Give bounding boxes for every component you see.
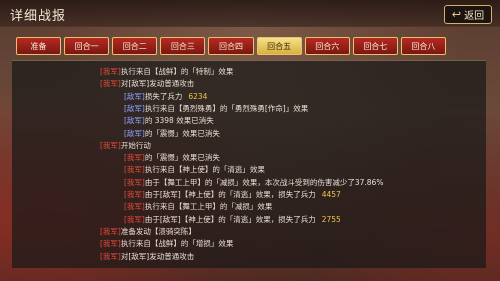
log-text: 执行来自【神上使】的「清逃」效果 bbox=[144, 165, 265, 175]
tab-round-7[interactable]: 回合七 bbox=[352, 37, 398, 55]
tab-round-6[interactable]: 回合六 bbox=[304, 37, 350, 55]
back-button[interactable]: ↩ 返回 bbox=[444, 5, 492, 24]
battle-log-panel[interactable]: [我军]执行来自【战鲜】的「特制」效果 [我军]对[敌军]发动普通攻击 [敌军]损失… bbox=[12, 60, 486, 268]
tab-round-8[interactable]: 回合八 bbox=[400, 37, 446, 55]
log-text: 的 3398 效果已消失 bbox=[144, 116, 214, 126]
log-text: 准备发动【溃骑突陈】 bbox=[120, 226, 196, 236]
log-line: [我军]开始行动 bbox=[100, 140, 151, 151]
log-tag: [敌军] bbox=[124, 103, 145, 113]
log-line: [我军]执行来自【神上使】的「清逃」效果 bbox=[124, 164, 265, 175]
log-text: 的「震慑」效果已消失 bbox=[144, 153, 220, 163]
log-text: 由于【舞工上甲】的「减损」效果，本次战斗受到的伤害减少了37.86% bbox=[144, 177, 384, 187]
log-line: [敌军]的 3398 效果已消失 bbox=[124, 115, 214, 126]
log-text: 执行来自【战鲜】的「增损」效果 bbox=[120, 239, 234, 249]
log-line: [敌军]的「震慑」效果已消失 bbox=[124, 128, 220, 139]
tab-round-2[interactable]: 回合二 bbox=[112, 37, 158, 55]
log-text: 的「震慑」效果已消失 bbox=[144, 128, 220, 138]
log-line: [敌军]执行来自【勇烈殊勇】的「勇烈殊勇[作命]」效果 bbox=[124, 103, 308, 114]
log-value: 6234 bbox=[188, 91, 208, 101]
log-line: [我军]执行来自【战鲜】的「增损」效果 bbox=[100, 238, 233, 249]
log-text: 对[敌军]发动普通攻击 bbox=[120, 251, 195, 261]
log-text: 开始行动 bbox=[120, 140, 151, 150]
log-tag: [敌军] bbox=[124, 128, 145, 138]
page-title: 详细战报 bbox=[10, 9, 67, 24]
log-line: [我军]执行来自【舞工上甲】的「减损」效果 bbox=[124, 201, 272, 212]
log-text: 执行来自【战鲜】的「特制」效果 bbox=[120, 67, 234, 76]
log-line: [我军]由于[敌军]【神上使】的「清逃」效果，损失了兵力 4457 bbox=[124, 189, 341, 200]
tab-round-1[interactable]: 回合一 bbox=[64, 37, 110, 55]
round-tabs: 准备 回合一 回合二 回合三 回合四 回合五 回合六 回合七 回合八 bbox=[16, 37, 446, 55]
log-line: [我军]执行来自【战鲜】的「特制」效果 bbox=[100, 66, 233, 77]
log-tag: [我军] bbox=[100, 67, 121, 76]
tab-round-0[interactable]: 准备 bbox=[16, 37, 62, 55]
log-text: 对[敌军]发动普通攻击 bbox=[120, 79, 195, 89]
log-tag: [我军] bbox=[100, 239, 121, 249]
log-line: [我军]由于【舞工上甲】的「减损」效果，本次战斗受到的伤害减少了37.86% bbox=[124, 177, 383, 188]
log-value: 2755 bbox=[321, 214, 341, 224]
log-line: [敌军]损失了兵力 6234 bbox=[124, 91, 207, 102]
log-text: 损失了兵力 bbox=[144, 91, 183, 101]
log-tag: [我军] bbox=[100, 226, 121, 236]
log-text: 执行来自【舞工上甲】的「减损」效果 bbox=[144, 202, 273, 212]
log-text: 执行来自【勇烈殊勇】的「勇烈殊勇[作命]」效果 bbox=[144, 103, 309, 113]
log-tag: [我军] bbox=[124, 165, 145, 175]
log-tag: [我军] bbox=[100, 79, 121, 89]
log-tag: [我军] bbox=[124, 177, 145, 187]
tab-round-3[interactable]: 回合三 bbox=[160, 37, 206, 55]
log-line: [我军]准备发动【溃骑突陈】 bbox=[100, 226, 196, 237]
tab-round-5[interactable]: 回合五 bbox=[256, 37, 302, 55]
log-tag: [我军] bbox=[100, 251, 121, 261]
tab-round-4[interactable]: 回合四 bbox=[208, 37, 254, 55]
log-line: [我军]对[敌军]发动普通攻击 bbox=[100, 78, 194, 89]
log-line: [我军]对[敌军]发动普通攻击 bbox=[100, 251, 194, 262]
log-text: 由于[敌军]【神上使】的「清逃」效果，损失了兵力 bbox=[144, 190, 316, 199]
log-text: 由于[敌军]【神上使】的「清逃」效果，损失了兵力 bbox=[144, 214, 316, 224]
log-tag: [敌军] bbox=[124, 116, 145, 126]
log-tag: [我军] bbox=[124, 214, 145, 224]
log-line: [我军]的「震慑」效果已消失 bbox=[124, 152, 220, 163]
log-tag: [敌军] bbox=[124, 91, 145, 101]
title-bar: 详细战报 ↩ 返回 bbox=[0, 0, 500, 27]
return-icon: ↩ bbox=[451, 8, 462, 21]
back-label: 返回 bbox=[464, 11, 485, 22]
log-line: [我军]由于[敌军]【神上使】的「清逃」效果，损失了兵力 2755 bbox=[124, 214, 341, 225]
log-value: 4457 bbox=[321, 190, 341, 199]
log-tag: [我军] bbox=[100, 140, 121, 150]
log-tag: [我军] bbox=[124, 153, 145, 163]
log-tag: [我军] bbox=[124, 190, 145, 199]
log-tag: [我军] bbox=[124, 202, 145, 212]
